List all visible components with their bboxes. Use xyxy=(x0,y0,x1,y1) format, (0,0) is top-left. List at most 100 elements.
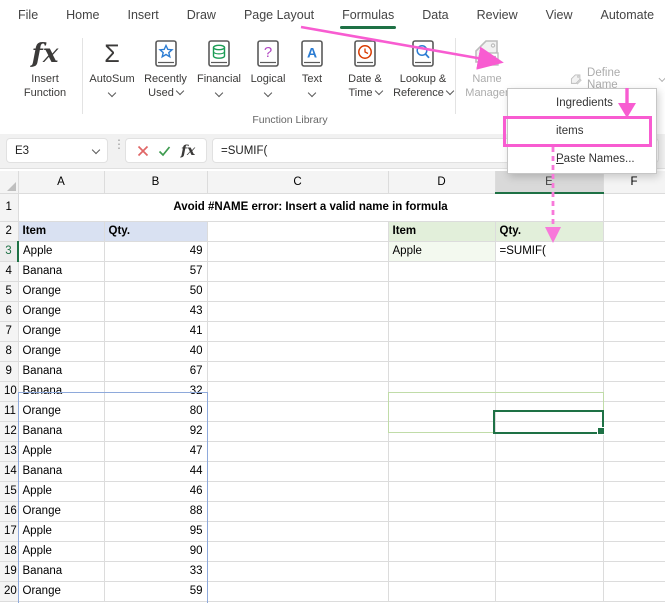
cell-D2[interactable]: Item xyxy=(388,221,496,242)
tab-review[interactable]: Review xyxy=(475,0,520,30)
cell-E14[interactable] xyxy=(495,461,604,482)
tab-automate[interactable]: Automate xyxy=(599,0,657,30)
cell-A8[interactable]: Orange xyxy=(18,341,105,362)
cell-A3[interactable]: Apple xyxy=(18,241,105,262)
cell-B3[interactable]: 49 xyxy=(104,241,208,262)
cell-A4[interactable]: Banana xyxy=(18,261,105,282)
cell-F16[interactable] xyxy=(603,501,665,522)
text-button[interactable]: A Text xyxy=(291,36,333,100)
tab-page-layout[interactable]: Page Layout xyxy=(242,0,316,30)
cell-C18[interactable] xyxy=(207,541,389,562)
define-name-button[interactable]: Define Name xyxy=(570,67,665,91)
cell-C15[interactable] xyxy=(207,481,389,502)
cell-E16[interactable] xyxy=(495,501,604,522)
cell-F8[interactable] xyxy=(603,341,665,362)
cell-B11[interactable]: 80 xyxy=(104,401,208,422)
cell-D14[interactable] xyxy=(388,461,496,482)
cell-B8[interactable]: 40 xyxy=(104,341,208,362)
cell-E4[interactable] xyxy=(495,261,604,282)
cell-C10[interactable] xyxy=(207,381,389,402)
cell-E15[interactable] xyxy=(495,481,604,502)
row-header-13[interactable]: 13 xyxy=(0,441,19,462)
cell-B14[interactable]: 44 xyxy=(104,461,208,482)
autosum-button[interactable]: Σ AutoSum xyxy=(85,36,139,100)
cell-C16[interactable] xyxy=(207,501,389,522)
cell-A15[interactable]: Apple xyxy=(18,481,105,502)
cell-D12[interactable] xyxy=(388,421,496,442)
cell-D15[interactable] xyxy=(388,481,496,502)
cell-F18[interactable] xyxy=(603,541,665,562)
cell-F15[interactable] xyxy=(603,481,665,502)
cell-B13[interactable]: 47 xyxy=(104,441,208,462)
cell-D6[interactable] xyxy=(388,301,496,322)
cell-C2[interactable] xyxy=(207,221,389,242)
cell-D5[interactable] xyxy=(388,281,496,302)
cell-B2[interactable]: Qty. xyxy=(104,221,208,242)
cell-D10[interactable] xyxy=(388,381,496,402)
cell-F1[interactable] xyxy=(603,193,665,222)
cell-C9[interactable] xyxy=(207,361,389,382)
cell-E2[interactable]: Qty. xyxy=(495,221,604,242)
cell-D17[interactable] xyxy=(388,521,496,542)
cell-E20[interactable] xyxy=(495,581,604,602)
row-header-4[interactable]: 4 xyxy=(0,261,19,282)
cell-A17[interactable]: Apple xyxy=(18,521,105,542)
row-header-18[interactable]: 18 xyxy=(0,541,19,562)
fill-handle[interactable] xyxy=(597,427,605,435)
column-header-E[interactable]: E xyxy=(495,171,604,194)
column-header-A[interactable]: A xyxy=(18,171,105,194)
tab-view[interactable]: View xyxy=(544,0,575,30)
cell-B16[interactable]: 88 xyxy=(104,501,208,522)
insert-function-fx-icon[interactable]: fx xyxy=(181,143,195,159)
cell-B17[interactable]: 95 xyxy=(104,521,208,542)
cell-B4[interactable]: 57 xyxy=(104,261,208,282)
cell-B19[interactable]: 33 xyxy=(104,561,208,582)
cell-A12[interactable]: Banana xyxy=(18,421,105,442)
insert-function-button[interactable]: fx Insert Function xyxy=(12,36,78,100)
cell-A5[interactable]: Orange xyxy=(18,281,105,302)
cell-B7[interactable]: 41 xyxy=(104,321,208,342)
cell-D16[interactable] xyxy=(388,501,496,522)
recently-used-button[interactable]: Recently Used xyxy=(138,36,193,100)
row-header-6[interactable]: 6 xyxy=(0,301,19,322)
cell-E9[interactable] xyxy=(495,361,604,382)
cell-E18[interactable] xyxy=(495,541,604,562)
cell-D11[interactable] xyxy=(388,401,496,422)
row-header-9[interactable]: 9 xyxy=(0,361,19,382)
cell-A20[interactable]: Orange xyxy=(18,581,105,602)
cell-F19[interactable] xyxy=(603,561,665,582)
cell-B20[interactable]: 59 xyxy=(104,581,208,602)
cell-C19[interactable] xyxy=(207,561,389,582)
row-header-19[interactable]: 19 xyxy=(0,561,19,582)
cell-F14[interactable] xyxy=(603,461,665,482)
cell-A14[interactable]: Banana xyxy=(18,461,105,482)
financial-button[interactable]: Financial xyxy=(193,36,245,100)
cell-E7[interactable] xyxy=(495,321,604,342)
column-header-B[interactable]: B xyxy=(104,171,208,194)
cell-A2[interactable]: Item xyxy=(18,221,105,242)
cell-A13[interactable]: Apple xyxy=(18,441,105,462)
tab-file[interactable]: File xyxy=(16,0,40,30)
cell-D13[interactable] xyxy=(388,441,496,462)
cell-C7[interactable] xyxy=(207,321,389,342)
lookup-reference-button[interactable]: Lookup & Reference xyxy=(392,36,455,100)
cancel-icon[interactable] xyxy=(137,145,149,157)
cell-F13[interactable] xyxy=(603,441,665,462)
column-header-C[interactable]: C xyxy=(207,171,389,194)
row-header-5[interactable]: 5 xyxy=(0,281,19,302)
cell-F9[interactable] xyxy=(603,361,665,382)
row-header-1[interactable]: 1 xyxy=(0,193,19,222)
cell-B12[interactable]: 92 xyxy=(104,421,208,442)
tab-formulas[interactable]: Formulas xyxy=(340,0,397,30)
cell-E13[interactable] xyxy=(495,441,604,462)
menu-item-items[interactable]: items xyxy=(508,117,656,145)
cell-A10[interactable]: Banana xyxy=(18,381,105,402)
cell-C4[interactable] xyxy=(207,261,389,282)
row-header-12[interactable]: 12 xyxy=(0,421,19,442)
cell-F5[interactable] xyxy=(603,281,665,302)
cell-C6[interactable] xyxy=(207,301,389,322)
cell-D4[interactable] xyxy=(388,261,496,282)
cell-C8[interactable] xyxy=(207,341,389,362)
cell-A11[interactable]: Orange xyxy=(18,401,105,422)
cell-D18[interactable] xyxy=(388,541,496,562)
